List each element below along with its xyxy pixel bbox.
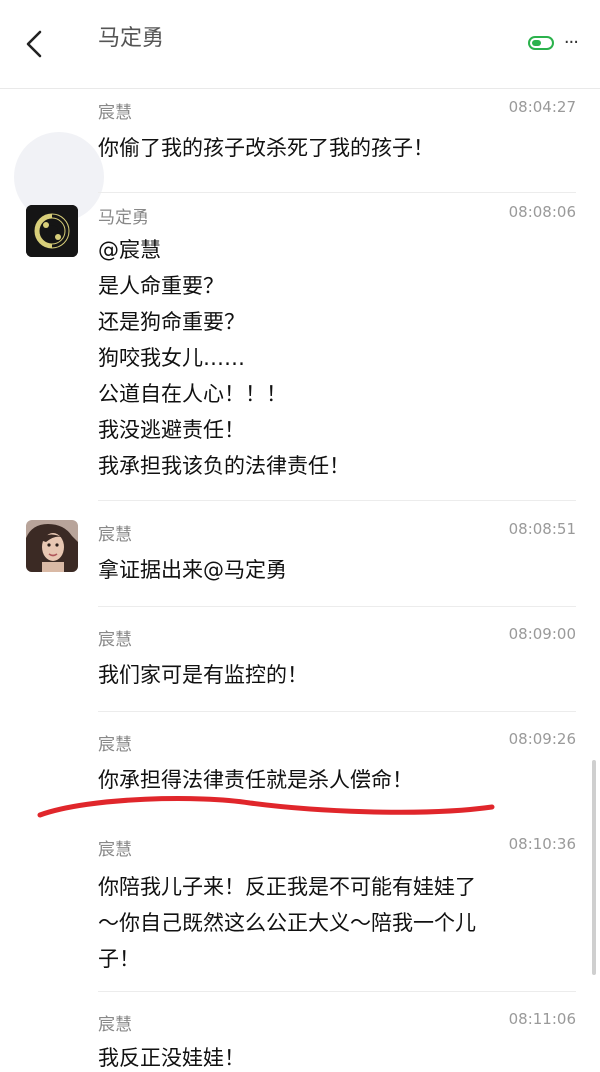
message-time: 08:11:06 bbox=[508, 1010, 576, 1028]
message-sender: 马定勇 bbox=[98, 208, 149, 228]
chat-header: 马定勇 ··· bbox=[0, 0, 600, 89]
chat-message: 宸慧 08:04:27 你偷了我的孩子改杀死了我的孩子！ bbox=[0, 88, 600, 193]
avatar[interactable] bbox=[26, 205, 78, 257]
message-sender: 宸慧 bbox=[98, 630, 132, 650]
message-time: 08:10:36 bbox=[508, 835, 576, 853]
message-text: ～你自己既然这么公正大义～陪我一个儿 bbox=[98, 911, 476, 935]
message-text: 狗咬我女儿…… bbox=[98, 346, 245, 370]
chat-message: 宸慧 08:09:00 我们家可是有监控的！ bbox=[0, 615, 600, 715]
message-text: 我没逃避责任！ bbox=[98, 418, 245, 442]
message-text: 我承担我该负的法律责任！ bbox=[98, 454, 350, 478]
message-text: 我反正没娃娃！ bbox=[98, 1046, 245, 1070]
message-divider bbox=[98, 991, 576, 992]
chat-message: 宸慧 08:11:06 我反正没娃娃！ bbox=[0, 1000, 600, 1070]
header-actions: ··· bbox=[527, 32, 579, 53]
message-divider bbox=[98, 500, 576, 501]
message-time: 08:08:06 bbox=[508, 203, 576, 221]
message-text: 你陪我儿子来！反正我是不可能有娃娃了 bbox=[98, 875, 476, 899]
message-sender: 宸慧 bbox=[98, 735, 132, 755]
message-text: @宸慧 bbox=[98, 238, 161, 262]
message-text: 拿证据出来@马定勇 bbox=[98, 558, 287, 582]
message-sender: 宸慧 bbox=[98, 840, 132, 860]
chevron-left-icon bbox=[26, 30, 42, 58]
message-sender: 宸慧 bbox=[98, 525, 132, 545]
message-time: 08:09:00 bbox=[508, 625, 576, 643]
scrollbar[interactable] bbox=[592, 760, 596, 975]
message-divider bbox=[98, 711, 576, 712]
message-sender: 宸慧 bbox=[98, 1015, 132, 1035]
message-divider bbox=[98, 606, 576, 607]
message-time: 08:08:51 bbox=[508, 520, 576, 538]
yin-yang-avatar-icon bbox=[26, 205, 78, 257]
avatar[interactable] bbox=[26, 520, 78, 572]
message-time: 08:04:27 bbox=[508, 98, 576, 116]
message-text: 子！ bbox=[98, 947, 140, 971]
message-text: 公道自在人心！！！ bbox=[98, 382, 287, 406]
toggle-icon[interactable] bbox=[527, 35, 554, 50]
chat-message: 宸慧 08:08:51 拿证据出来@马定勇 bbox=[0, 510, 600, 610]
back-button[interactable] bbox=[18, 26, 54, 62]
message-text: 你偷了我的孩子改杀死了我的孩子！ bbox=[98, 136, 434, 160]
profile-photo-avatar-icon bbox=[26, 520, 78, 572]
message-text: 我们家可是有监控的！ bbox=[98, 663, 308, 687]
more-options-icon[interactable]: ··· bbox=[564, 32, 579, 53]
chat-message: 马定勇 08:08:06 @宸慧 是人命重要？ 还是狗命重要？ 狗咬我女儿…… … bbox=[0, 193, 600, 503]
message-sender: 宸慧 bbox=[98, 103, 132, 123]
message-text: 是人命重要？ bbox=[98, 274, 224, 298]
message-time: 08:09:26 bbox=[508, 730, 576, 748]
message-text: 还是狗命重要？ bbox=[98, 310, 245, 334]
chat-title: 马定勇 bbox=[98, 26, 165, 51]
chat-message: 宸慧 08:10:36 你陪我儿子来！反正我是不可能有娃娃了 ～你自己既然这么公… bbox=[0, 825, 600, 995]
